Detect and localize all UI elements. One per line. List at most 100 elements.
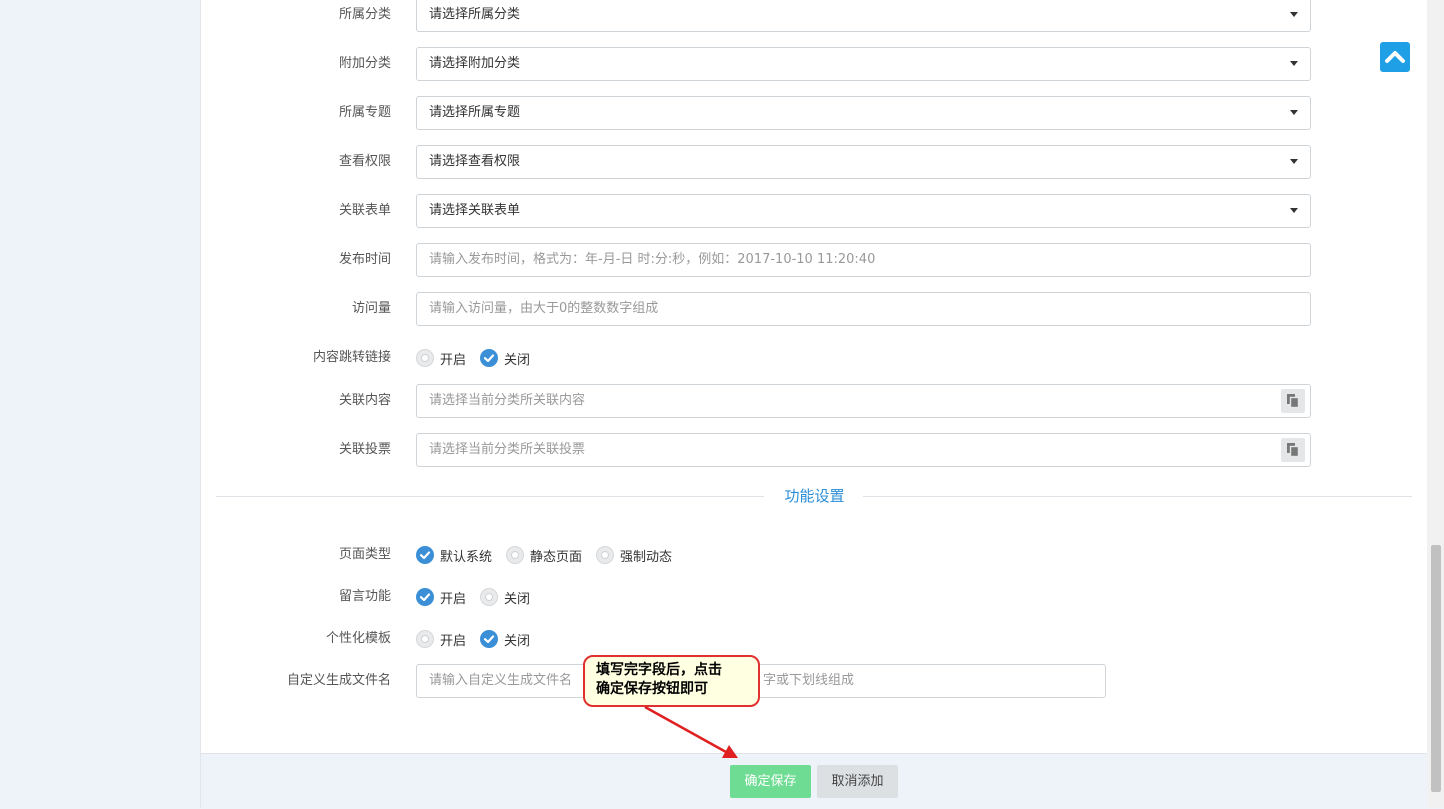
publish-time-placeholder: 请输入发布时间，格式为：年-月-日 时:分:秒，例如：2017-10-10 11…: [429, 252, 876, 267]
section-divider-left: [216, 496, 764, 497]
related-content-input[interactable]: 请选择当前分类所关联内容: [416, 384, 1311, 418]
page-type-label: 页面类型: [338, 547, 391, 562]
custom-filename-placeholder-end: 字或下划线组成: [763, 673, 855, 688]
extra-category-select[interactable]: 请选择附加分类: [416, 47, 1311, 81]
custom-filename-input[interactable]: 请输入自定义生成文件名 字或下划线组成: [416, 664, 1106, 698]
form-footer: 确定保存 取消添加: [201, 753, 1428, 809]
section-title: 功能设置: [784, 487, 845, 505]
custom-filename-row: 自定义生成文件名 请输入自定义生成文件名 字或下划线组成: [201, 664, 1428, 698]
radio-checked-icon: [480, 630, 499, 648]
publish-time-input[interactable]: 请输入发布时间，格式为：年-月-日 时:分:秒，例如：2017-10-10 11…: [416, 243, 1311, 277]
view-permission-value: 请选择查看权限: [429, 154, 521, 169]
custom-template-row: 个性化模板 开启 关闭: [201, 622, 1428, 656]
radio-label: 强制动态: [620, 549, 673, 565]
radio-label: 关闭: [504, 591, 531, 607]
page-scrollbar[interactable]: [1427, 0, 1444, 808]
related-form-value: 请选择关联表单: [429, 203, 521, 218]
visits-label: 访问量: [351, 301, 391, 316]
view-permission-label: 查看权限: [338, 154, 391, 169]
comments-off-radio[interactable]: 关闭: [480, 588, 530, 607]
radio-unchecked-icon: [596, 546, 615, 564]
custom-template-on-radio[interactable]: 开启: [416, 630, 466, 649]
visits-input[interactable]: 请输入访问量，由大于0的整数数字组成: [416, 292, 1311, 326]
radio-checked-icon: [416, 546, 434, 564]
custom-filename-label: 自定义生成文件名: [286, 673, 391, 688]
radio-unchecked-icon: [480, 588, 499, 606]
page-type-row: 页面类型 默认系统 静态页面 强制动态: [201, 538, 1428, 572]
copy-icon[interactable]: [1281, 438, 1305, 462]
custom-template-radio-group: 开启 关闭: [416, 622, 544, 656]
extra-category-label: 附加分类: [338, 56, 391, 71]
radio-label: 开启: [440, 352, 467, 368]
related-content-label: 关联内容: [338, 393, 391, 408]
chevron-up-icon: [1385, 51, 1405, 63]
page-type-dynamic-radio[interactable]: 强制动态: [596, 546, 672, 565]
extra-category-row: 附加分类 请选择附加分类: [201, 47, 1428, 81]
comments-radio-group: 开启 关闭: [416, 580, 544, 614]
custom-filename-placeholder-start: 请输入自定义生成文件名: [429, 673, 573, 688]
cancel-button[interactable]: 取消添加: [817, 765, 898, 798]
topic-label: 所属专题: [338, 105, 391, 120]
category-value: 请选择所属分类: [429, 7, 521, 22]
publish-time-label: 发布时间: [338, 252, 391, 267]
redirect-link-off-radio[interactable]: 关闭: [480, 349, 530, 368]
radio-checked-icon: [480, 349, 499, 367]
related-vote-row: 关联投票 请选择当前分类所关联投票: [201, 433, 1428, 467]
copy-icon[interactable]: [1281, 389, 1305, 413]
radio-label: 关闭: [504, 352, 531, 368]
caret-down-icon: [1290, 61, 1298, 66]
visits-placeholder: 请输入访问量，由大于0的整数数字组成: [429, 301, 659, 316]
view-permission-row: 查看权限 请选择查看权限: [201, 145, 1428, 179]
related-form-select[interactable]: 请选择关联表单: [416, 194, 1311, 228]
radio-unchecked-icon: [416, 349, 434, 367]
category-row: 所属分类 请选择所属分类: [201, 0, 1428, 32]
extra-category-value: 请选择附加分类: [429, 56, 521, 71]
hint-callout: 填写完字段后，点击 确定保存按钮即可: [583, 655, 760, 707]
related-vote-label: 关联投票: [338, 442, 391, 457]
radio-unchecked-icon: [416, 630, 434, 648]
related-vote-input[interactable]: 请选择当前分类所关联投票: [416, 433, 1311, 467]
related-form-row: 关联表单 请选择关联表单: [201, 194, 1428, 228]
caret-down-icon: [1290, 208, 1298, 213]
redirect-link-on-radio[interactable]: 开启: [416, 349, 466, 368]
topic-value: 请选择所属专题: [429, 105, 521, 120]
back-to-top-button[interactable]: [1380, 42, 1410, 72]
custom-template-label: 个性化模板: [325, 631, 391, 646]
redirect-link-row: 内容跳转链接 开启 关闭: [201, 341, 1428, 375]
redirect-link-radio-group: 开启 关闭: [416, 341, 544, 375]
related-form-label: 关联表单: [338, 203, 391, 218]
redirect-link-label: 内容跳转链接: [312, 350, 391, 365]
topic-row: 所属专题 请选择所属专题: [201, 96, 1428, 130]
publish-time-row: 发布时间 请输入发布时间，格式为：年-月-日 时:分:秒，例如：2017-10-…: [201, 243, 1428, 277]
topic-select[interactable]: 请选择所属专题: [416, 96, 1311, 130]
related-vote-placeholder: 请选择当前分类所关联投票: [429, 442, 586, 457]
caret-down-icon: [1290, 159, 1298, 164]
radio-checked-icon: [416, 588, 434, 606]
radio-label: 关闭: [504, 633, 531, 649]
related-content-placeholder: 请选择当前分类所关联内容: [429, 393, 586, 408]
view-permission-select[interactable]: 请选择查看权限: [416, 145, 1311, 179]
related-content-row: 关联内容 请选择当前分类所关联内容: [201, 384, 1428, 418]
section-divider-right: [863, 496, 1412, 497]
save-button[interactable]: 确定保存: [730, 765, 811, 798]
hint-callout-line2: 确定保存按钮即可: [596, 681, 708, 697]
radio-label: 开启: [440, 633, 467, 649]
visits-row: 访问量 请输入访问量，由大于0的整数数字组成: [201, 292, 1428, 326]
category-label: 所属分类: [338, 7, 391, 22]
radio-label: 默认系统: [440, 549, 493, 565]
page-type-radio-group: 默认系统 静态页面 强制动态: [416, 538, 686, 572]
caret-down-icon: [1290, 110, 1298, 115]
hint-callout-line1: 填写完字段后，点击: [596, 662, 722, 678]
custom-template-off-radio[interactable]: 关闭: [480, 630, 530, 649]
caret-down-icon: [1290, 12, 1298, 17]
radio-unchecked-icon: [506, 546, 525, 564]
form-panel: 所属分类 请选择所属分类 附加分类 请选择附加分类 所属专题 请选择所属专题 查…: [200, 0, 1428, 809]
page-type-static-radio[interactable]: 静态页面: [506, 546, 582, 565]
category-select[interactable]: 请选择所属分类: [416, 0, 1311, 32]
page-type-default-radio[interactable]: 默认系统: [416, 546, 492, 565]
radio-label: 开启: [440, 591, 467, 607]
comments-on-radio[interactable]: 开启: [416, 588, 466, 607]
scrollbar-thumb[interactable]: [1431, 545, 1441, 792]
comments-label: 留言功能: [338, 589, 391, 604]
comments-row: 留言功能 开启 关闭: [201, 580, 1428, 614]
